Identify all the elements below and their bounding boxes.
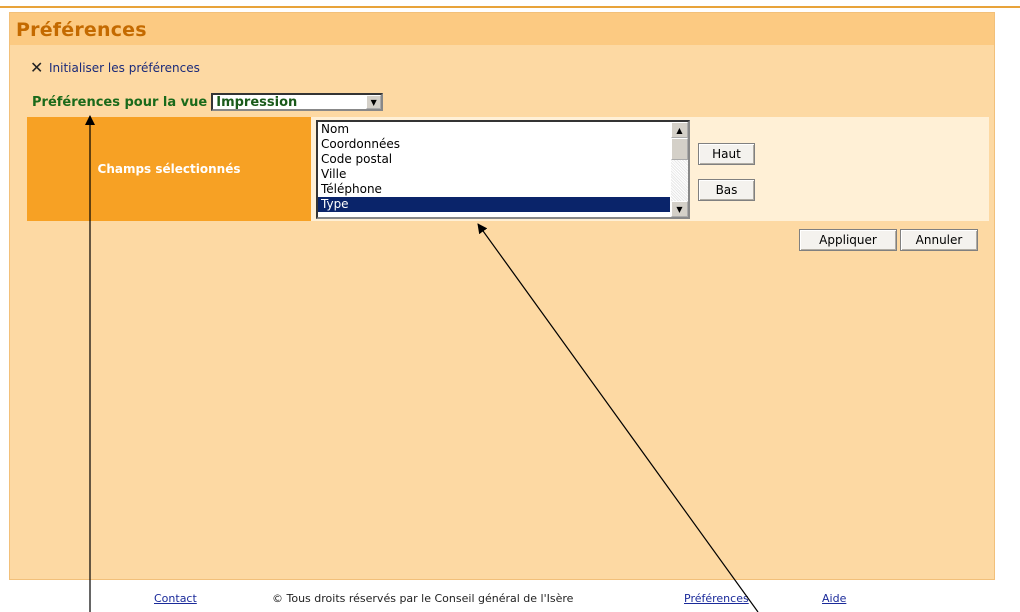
preferences-panel: Préférences ✕ Initialiser les préférence… <box>9 12 995 580</box>
list-item[interactable]: Code postal <box>318 152 670 167</box>
selected-fields-header: Champs sélectionnés <box>27 117 311 221</box>
chevron-up-icon[interactable]: ▲ <box>671 122 688 138</box>
view-select[interactable]: Impression ▼ <box>211 93 384 111</box>
footer-contact-link[interactable]: Contact <box>154 592 197 605</box>
scroll-thumb[interactable] <box>671 138 688 160</box>
list-item[interactable]: Ville <box>318 167 670 182</box>
list-item[interactable]: Nom <box>318 122 670 137</box>
fields-listbox[interactable]: Nom Coordonnées Code postal Ville Téléph… <box>316 120 690 219</box>
footer-copyright: © Tous droits réservés par le Conseil gé… <box>272 592 574 605</box>
list-item[interactable]: Coordonnées <box>318 137 670 152</box>
view-select-value: Impression <box>216 94 298 110</box>
cancel-button[interactable]: Annuler <box>900 229 978 251</box>
footer-preferences-link[interactable]: Préférences <box>684 592 749 605</box>
selected-fields-label: Champs sélectionnés <box>97 162 241 176</box>
move-up-button[interactable]: Haut <box>698 143 755 165</box>
page-title: Préférences <box>16 19 147 41</box>
footer-help-link[interactable]: Aide <box>822 592 846 605</box>
view-selector-row: Préférences pour la vue Impression ▼ <box>32 93 384 111</box>
top-rule <box>0 6 1020 8</box>
listbox-scrollbar[interactable]: ▲ ▼ <box>671 122 688 217</box>
close-icon[interactable]: ✕ <box>30 60 44 76</box>
fields-list: Nom Coordonnées Code postal Ville Téléph… <box>318 122 670 212</box>
chevron-down-icon[interactable]: ▼ <box>366 95 382 109</box>
selected-fields-area: Nom Coordonnées Code postal Ville Téléph… <box>311 117 989 221</box>
footer: Contact © Tous droits réservés par le Co… <box>0 592 1020 612</box>
apply-button[interactable]: Appliquer <box>799 229 897 251</box>
chevron-down-icon[interactable]: ▼ <box>671 201 688 217</box>
reset-preferences-link[interactable]: Initialiser les préférences <box>49 61 200 75</box>
panel-header: Préférences <box>10 13 994 45</box>
list-item-selected[interactable]: Type <box>318 197 670 212</box>
move-down-button[interactable]: Bas <box>698 179 755 201</box>
view-label: Préférences pour la vue <box>32 94 208 110</box>
reset-preferences[interactable]: ✕ Initialiser les préférences <box>30 60 200 76</box>
list-item[interactable]: Téléphone <box>318 182 670 197</box>
